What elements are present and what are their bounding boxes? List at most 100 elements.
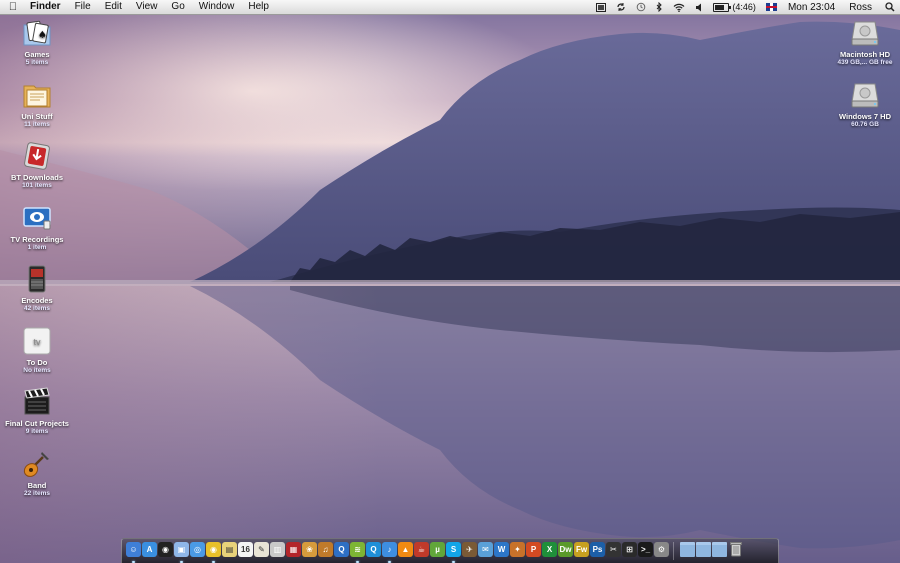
- stickies-icon: ▤: [222, 542, 237, 557]
- stickies-dock-item[interactable]: ▤: [222, 542, 237, 560]
- encodes-folder-icon: [22, 264, 52, 294]
- safari-dock-item[interactable]: ◎: [190, 542, 205, 560]
- app-store-dock-item[interactable]: A: [142, 542, 157, 560]
- desktop-icon-label: Uni Stuff: [21, 112, 53, 121]
- skype-icon: S: [446, 542, 461, 557]
- documents-stack-dock-item[interactable]: [696, 542, 711, 560]
- desktop-icon-info: 22 items: [23, 490, 51, 497]
- cyberduck-dock-item[interactable]: ✈: [462, 542, 477, 560]
- fireworks-dock-item[interactable]: Fw: [574, 542, 589, 560]
- battery-icon[interactable]: (4:46): [708, 0, 761, 14]
- wifi-icon[interactable]: [668, 3, 690, 12]
- wunderlist-dock-item[interactable]: W: [494, 542, 509, 560]
- spotify-dock-item[interactable]: ≋: [350, 542, 365, 563]
- calendar-dock-item[interactable]: 16: [238, 542, 253, 560]
- tv-recordings-folder-icon: [22, 203, 52, 233]
- applications-stack-dock-item[interactable]: [680, 542, 695, 560]
- textwrangler-dock-item[interactable]: ✦: [510, 542, 525, 560]
- spotlight-icon[interactable]: [880, 2, 900, 12]
- trash-icon: [728, 542, 743, 557]
- handbrake-dock-item[interactable]: ☕: [414, 542, 429, 560]
- desktop-icon-label: Games: [24, 50, 50, 59]
- trash-dock-item[interactable]: [728, 542, 743, 560]
- menu-go[interactable]: Go: [164, 0, 191, 14]
- bt-downloads-folder-icon: [22, 141, 52, 171]
- uk-flag-icon[interactable]: [761, 3, 782, 11]
- quicksilver-dock-item[interactable]: Q: [366, 542, 381, 560]
- itunes-dock-item[interactable]: ♪: [382, 542, 397, 563]
- time-machine-icon[interactable]: [631, 2, 651, 12]
- desktop-icon-band[interactable]: Band 22 items: [5, 449, 69, 498]
- skype-dock-item[interactable]: S: [446, 542, 461, 563]
- battery-level: [715, 4, 725, 10]
- vlc-dock-item[interactable]: ▲: [398, 542, 413, 560]
- volume-icon[interactable]: [690, 3, 708, 12]
- menu-edit[interactable]: Edit: [98, 0, 129, 14]
- desktop-icon-to-do[interactable]: tv To Do No items: [5, 326, 69, 375]
- terminal-dock-item[interactable]: >_: [638, 542, 653, 560]
- menu-help[interactable]: Help: [241, 0, 276, 14]
- activity-monitor-dock-item[interactable]: ⊞: [622, 542, 637, 560]
- sync-icon[interactable]: [611, 2, 631, 12]
- chrome-icon: ◉: [206, 542, 221, 557]
- chrome-dock-item[interactable]: ◉: [206, 542, 221, 563]
- desktop-icon-macintosh-hd[interactable]: Macintosh HD 439 GB,... GB free: [833, 18, 897, 67]
- desktop-icon-label: Encodes: [21, 296, 53, 305]
- final-cut-dock-item[interactable]: ✂: [606, 542, 621, 560]
- photo-booth-dock-item[interactable]: ▦: [286, 542, 301, 560]
- utorrent-icon: µ: [430, 542, 445, 557]
- downloads-stack-dock-item[interactable]: [712, 542, 727, 560]
- itunes-icon: ♪: [382, 542, 397, 557]
- desktop-icon-windows-7-hd[interactable]: Windows 7 HD 60.76 GB: [833, 80, 897, 129]
- apple-menu-icon[interactable]: : [0, 1, 26, 13]
- desktop-icon-bt-downloads[interactable]: BT Downloads 101 items: [5, 141, 69, 190]
- desktop-icon-label: TV Recordings: [10, 235, 64, 244]
- desktop-icon-uni-stuff[interactable]: Uni Stuff 11 items: [5, 80, 69, 129]
- menu-view[interactable]: View: [129, 0, 165, 14]
- quicktime-icon: Q: [334, 542, 349, 557]
- mail-icon: ✉: [478, 542, 493, 557]
- games-folder-icon: ♠: [22, 18, 52, 48]
- user-menu[interactable]: Ross: [841, 2, 880, 13]
- photo-booth-icon: ▦: [286, 542, 301, 557]
- photoshop-dock-item[interactable]: Ps: [590, 542, 605, 560]
- system-preferences-dock-item[interactable]: ⚙: [654, 542, 669, 560]
- dashboard-dock-item[interactable]: ◉: [158, 542, 173, 560]
- excel-dock-item[interactable]: X: [542, 542, 557, 560]
- desktop-icon-encodes[interactable]: Encodes 42 items: [5, 264, 69, 313]
- desktop-icon-tv-recordings[interactable]: TV Recordings 1 item: [5, 203, 69, 252]
- preview-dock-item[interactable]: ▣: [174, 542, 189, 563]
- utorrent-dock-item[interactable]: µ: [430, 542, 445, 560]
- desktop-icon-info: 60.76 GB: [851, 121, 879, 128]
- powerpoint-dock-item[interactable]: P: [526, 542, 541, 560]
- svg-text:♠: ♠: [38, 30, 47, 41]
- menu-extra-icon[interactable]: [591, 2, 611, 12]
- desktop-icon-label: BT Downloads: [10, 173, 64, 182]
- excel-icon: X: [542, 542, 557, 557]
- menu-app-name[interactable]: Finder: [26, 0, 68, 14]
- bluetooth-icon[interactable]: [651, 2, 668, 12]
- preview-icon: ▣: [174, 542, 189, 557]
- mail-dock-item[interactable]: ✉: [478, 542, 493, 560]
- image-capture-dock-item[interactable]: ▥: [270, 542, 285, 560]
- app-store-icon: A: [142, 542, 157, 557]
- iphoto-icon: ❀: [302, 542, 317, 557]
- textedit-dock-item[interactable]: ✎: [254, 542, 269, 560]
- menu-file[interactable]: File: [68, 0, 98, 14]
- menu-window[interactable]: Window: [192, 0, 242, 14]
- dock-separator: [673, 542, 676, 560]
- iphoto-dock-item[interactable]: ❀: [302, 542, 317, 560]
- quicksilver-icon: Q: [366, 542, 381, 557]
- dreamweaver-dock-item[interactable]: Dw: [558, 542, 573, 560]
- finder-dock-item[interactable]: ☺: [126, 542, 141, 563]
- photoshop-icon: Ps: [590, 542, 605, 557]
- system-preferences-icon: ⚙: [654, 542, 669, 557]
- hard-drive-icon: [850, 18, 880, 48]
- desktop-icon-games[interactable]: ♠ Games 5 items: [5, 18, 69, 67]
- clock[interactable]: Mon 23:04: [782, 2, 841, 13]
- desktop-icon-final-cut-projects[interactable]: Final Cut Projects 9 items: [5, 387, 69, 436]
- desktop-icon-label: Windows 7 HD: [838, 112, 892, 121]
- garageband-dock-item[interactable]: ♫: [318, 542, 333, 560]
- fireworks-icon: Fw: [574, 542, 589, 557]
- quicktime-dock-item[interactable]: Q: [334, 542, 349, 560]
